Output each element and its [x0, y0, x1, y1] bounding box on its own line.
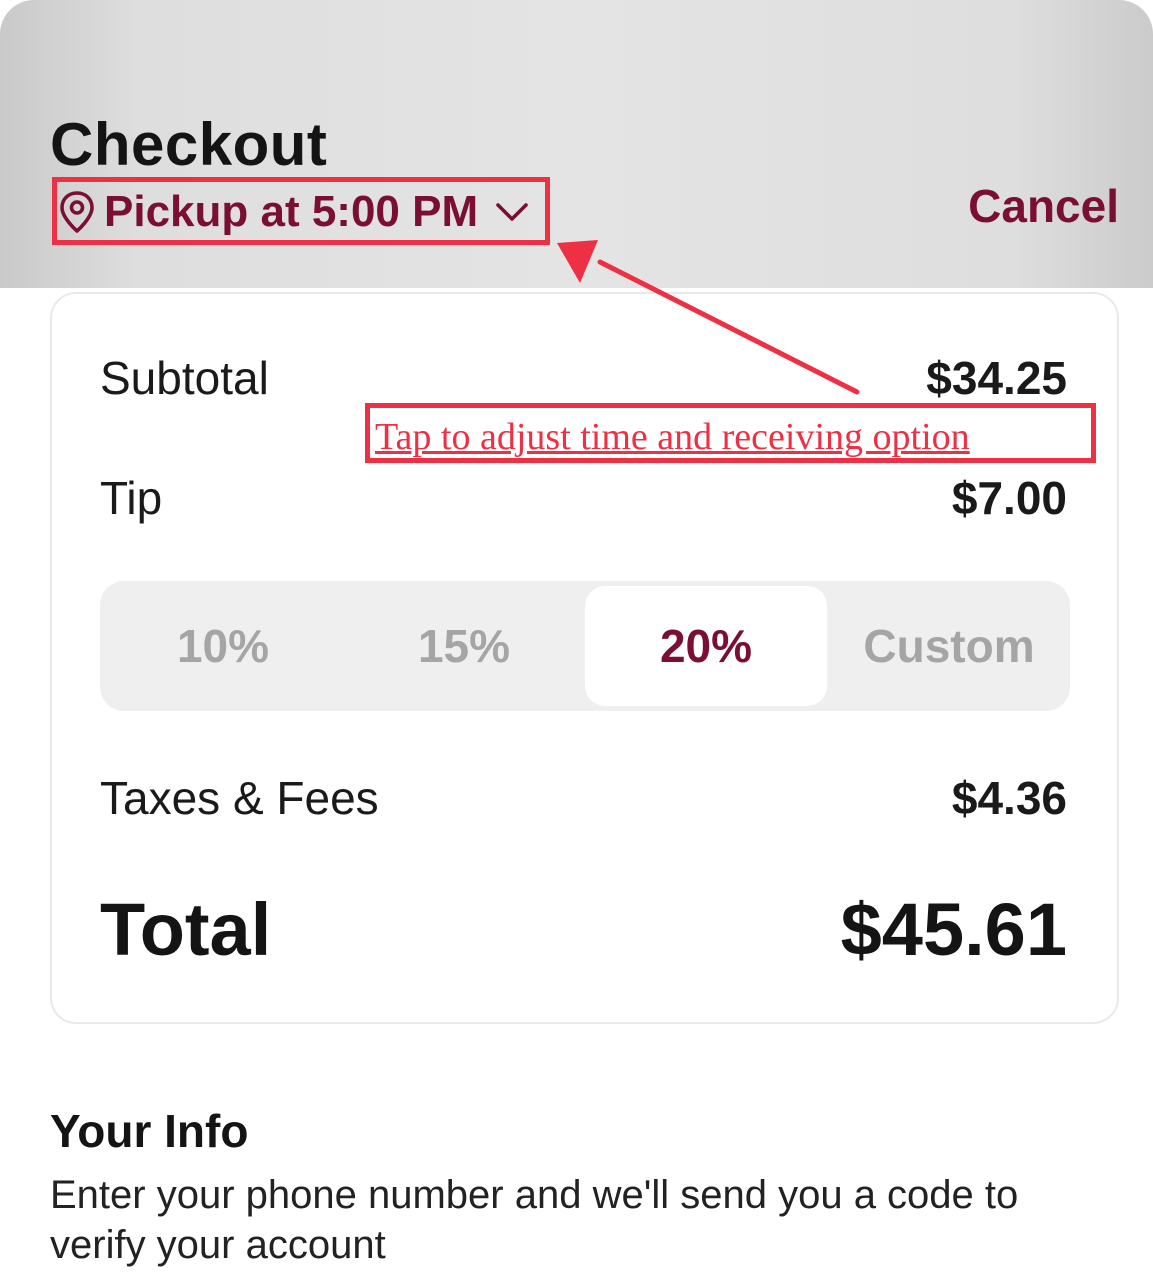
- taxes-fees-value: $4.36: [951, 772, 1067, 824]
- your-info-title: Your Info: [50, 1105, 249, 1157]
- annotation-highlight-pickup: [52, 177, 550, 245]
- tip-option-20[interactable]: 20%: [585, 586, 827, 706]
- taxes-fees-label: Taxes & Fees: [100, 772, 379, 824]
- total-label: Total: [100, 888, 272, 971]
- tip-option-15[interactable]: 15%: [343, 586, 585, 706]
- tip-value: $7.00: [951, 472, 1067, 524]
- tip-label: Tip: [100, 472, 163, 524]
- page-title: Checkout: [50, 111, 328, 178]
- subtotal-value: $34.25: [926, 352, 1067, 404]
- total-value: $45.61: [840, 888, 1067, 971]
- your-info-description: Enter your phone number and we'll send y…: [50, 1173, 1019, 1267]
- annotation-note-text: Tap to adjust time and receiving option: [375, 416, 970, 458]
- tip-option-10[interactable]: 10%: [102, 586, 344, 706]
- tip-selector: 10% 15% 20% Custom: [100, 581, 1070, 711]
- subtotal-label: Subtotal: [100, 352, 269, 404]
- tip-option-custom[interactable]: Custom: [828, 586, 1070, 706]
- cancel-button[interactable]: Cancel: [968, 178, 1119, 234]
